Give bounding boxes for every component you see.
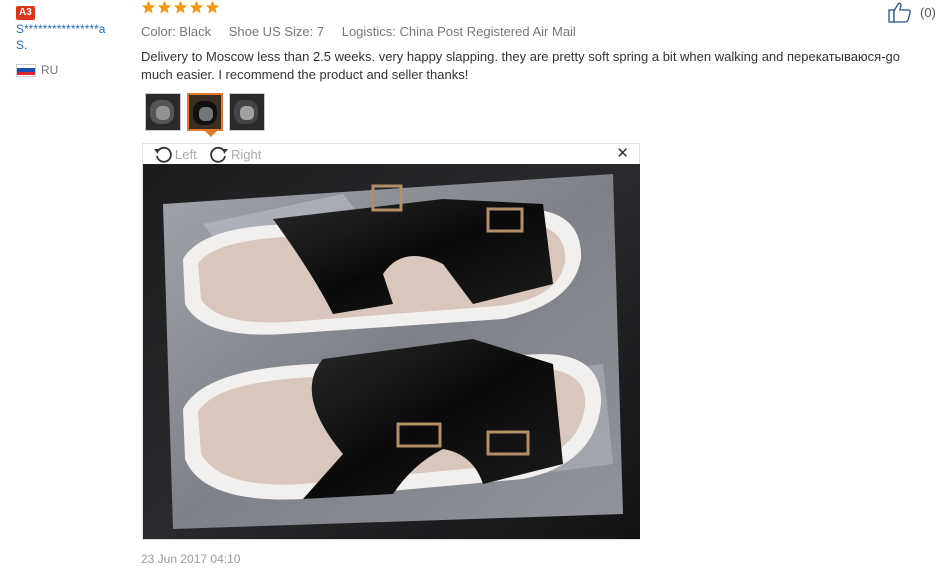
- review-photo-thumbnails: [145, 93, 265, 131]
- review-date: 23 Jun 2017 04:10: [141, 552, 241, 566]
- star-icon: [173, 0, 188, 14]
- rotate-right-button[interactable]: Right: [209, 145, 261, 163]
- close-viewer-button[interactable]: ✕: [616, 144, 629, 162]
- reviewer-name[interactable]: S****************a: [16, 21, 142, 37]
- photo-thumbnail-selected[interactable]: [187, 93, 223, 131]
- rotate-right-label: Right: [231, 146, 262, 162]
- reviewer-info: A3 S****************a S. RU: [16, 2, 142, 77]
- order-attributes: Color: Black Shoe US Size: 7 Logistics: …: [141, 24, 590, 39]
- rotate-left-button[interactable]: Left: [153, 145, 197, 163]
- attribute-color: Color: Black: [141, 24, 212, 39]
- review-photo: [143, 164, 640, 539]
- rotate-left-label: Left: [175, 146, 197, 162]
- photo-viewer-toolbar: Left Right ✕: [143, 144, 639, 164]
- star-icon: [189, 0, 204, 14]
- rotate-left-icon: [154, 146, 172, 163]
- thumbs-up-icon[interactable]: [888, 1, 912, 23]
- photo-thumbnail[interactable]: [229, 93, 265, 131]
- star-icon: [157, 0, 172, 14]
- star-icon: [205, 0, 220, 14]
- russia-flag-icon: [16, 63, 36, 77]
- country-code: RU: [41, 63, 59, 77]
- star-icon: [141, 0, 156, 14]
- buyer-level-badge: A3: [16, 6, 35, 20]
- selected-thumbnail-pointer: [205, 131, 217, 137]
- photo-viewer: Left Right ✕: [142, 143, 640, 540]
- helpful-vote[interactable]: (0): [888, 1, 936, 23]
- review-text: Delivery to Moscow less than 2.5 weeks. …: [141, 49, 901, 82]
- attribute-logistics: Logistics: China Post Registered Air Mai…: [341, 24, 576, 39]
- star-rating: [141, 0, 220, 18]
- helpful-count: (0): [920, 4, 936, 20]
- rotate-right-icon: [210, 146, 228, 163]
- reviewer-country: RU: [16, 63, 142, 77]
- attribute-size: Shoe US Size: 7: [228, 24, 325, 39]
- reviewer-name-suffix[interactable]: S.: [16, 37, 142, 53]
- photo-thumbnail[interactable]: [145, 93, 181, 131]
